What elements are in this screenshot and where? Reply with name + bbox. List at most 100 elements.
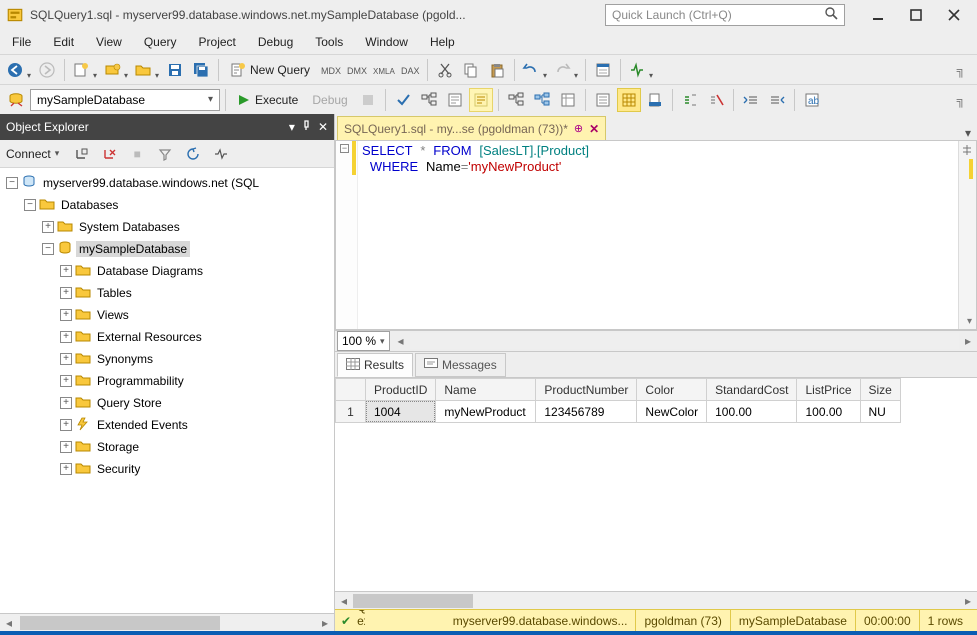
xmla-query-icon[interactable]: XMLA	[370, 58, 396, 82]
decrease-indent-button[interactable]	[739, 88, 763, 112]
tree-synonyms[interactable]: +Synonyms	[60, 348, 334, 370]
dax-query-icon[interactable]: DAX	[398, 58, 422, 82]
change-connection-button[interactable]	[4, 88, 28, 112]
results-to-grid-button[interactable]	[617, 88, 641, 112]
split-editor-icon[interactable]	[958, 141, 976, 159]
tree-storage[interactable]: +Storage	[60, 436, 334, 458]
tree-external-resources[interactable]: +External Resources	[60, 326, 334, 348]
tree-tables[interactable]: +Tables	[60, 282, 334, 304]
parse-button[interactable]	[391, 88, 415, 112]
tree-security[interactable]: +Security	[60, 458, 334, 480]
pin-icon[interactable]: ⊕	[574, 122, 583, 135]
auto-hide-icon[interactable]	[301, 120, 312, 134]
maximize-button[interactable]	[899, 4, 933, 26]
nav-back-button[interactable]	[4, 58, 33, 82]
connect-button[interactable]: Connect ▾	[6, 142, 65, 166]
menu-view[interactable]: View	[86, 32, 132, 52]
menu-project[interactable]: Project	[189, 32, 246, 52]
menu-window[interactable]: Window	[355, 32, 418, 52]
col-standardcost[interactable]: StandardCost	[707, 379, 797, 401]
toolbar-overflow-icon-2[interactable]: ╗	[949, 88, 973, 112]
results-tab[interactable]: Results	[337, 353, 413, 377]
menu-edit[interactable]: Edit	[43, 32, 84, 52]
code-editor[interactable]: − SELECT * FROM [SalesLT].[Product] WHER…	[335, 140, 977, 330]
tree-databases-node[interactable]: − Databases	[24, 194, 334, 216]
menu-debug[interactable]: Debug	[248, 32, 303, 52]
save-button[interactable]	[163, 58, 187, 82]
tree-server-node[interactable]: − myserver99.database.windows.net (SQL	[6, 172, 334, 194]
zoom-combo[interactable]: 100 % ▾	[337, 331, 390, 351]
scroll-down-icon[interactable]: ▾	[967, 316, 972, 327]
menu-query[interactable]: Query	[134, 32, 187, 52]
stop-icon[interactable]: ■	[125, 142, 149, 166]
uncomment-lines-button[interactable]	[704, 88, 728, 112]
redo-button[interactable]	[551, 58, 580, 82]
object-explorer-hscroll[interactable]: ◂▸	[0, 613, 334, 631]
messages-tab[interactable]: Messages	[415, 353, 506, 377]
editor-hscroll[interactable]: ◂▸	[392, 333, 977, 349]
cut-button[interactable]	[433, 58, 457, 82]
menu-help[interactable]: Help	[420, 32, 465, 52]
toolbar-overflow-icon[interactable]: ╗	[949, 58, 973, 82]
include-client-stats-button[interactable]	[556, 88, 580, 112]
close-tab-icon[interactable]: ✕	[589, 122, 599, 136]
new-project-button[interactable]	[101, 58, 130, 82]
col-size[interactable]: Size	[860, 379, 900, 401]
disconnect-icon[interactable]	[97, 142, 121, 166]
fold-toggle-icon[interactable]: −	[340, 144, 349, 153]
specify-template-values-button[interactable]: ab	[800, 88, 824, 112]
refresh-icon[interactable]	[181, 142, 205, 166]
menu-tools[interactable]: Tools	[305, 32, 353, 52]
col-productnumber[interactable]: ProductNumber	[536, 379, 637, 401]
results-grid[interactable]: ProductID Name ProductNumber Color Stand…	[335, 378, 901, 423]
tree-query-store[interactable]: +Query Store	[60, 392, 334, 414]
include-actual-plan-button[interactable]	[504, 88, 528, 112]
query-options-button[interactable]	[443, 88, 467, 112]
comment-lines-button[interactable]	[678, 88, 702, 112]
paste-button[interactable]	[485, 58, 509, 82]
activity-monitor-button[interactable]	[626, 58, 655, 82]
new-item-button[interactable]	[70, 58, 99, 82]
undo-button[interactable]	[520, 58, 549, 82]
object-explorer-tree[interactable]: − myserver99.database.windows.net (SQL −…	[0, 168, 334, 613]
col-listprice[interactable]: ListPrice	[797, 379, 860, 401]
results-hscroll[interactable]: ◂▸	[335, 591, 977, 609]
close-button[interactable]	[937, 4, 971, 26]
execute-button[interactable]: Execute	[231, 88, 304, 112]
document-tab[interactable]: SQLQuery1.sql - my...se (pgoldman (73))*…	[337, 116, 606, 140]
filter-icon[interactable]	[153, 142, 177, 166]
window-position-icon[interactable]: ▾	[289, 120, 295, 134]
code-content[interactable]: SELECT * FROM [SalesLT].[Product] WHERE …	[358, 141, 958, 329]
menu-file[interactable]: File	[2, 32, 41, 52]
quick-launch-input[interactable]: Quick Launch (Ctrl+Q)	[605, 4, 845, 26]
tree-programmability[interactable]: +Programmability	[60, 370, 334, 392]
results-to-text-button[interactable]	[591, 88, 615, 112]
col-productid[interactable]: ProductID	[366, 379, 436, 401]
open-file-button[interactable]	[132, 58, 161, 82]
nav-forward-button[interactable]	[35, 58, 59, 82]
intellisense-enabled-button[interactable]	[469, 88, 493, 112]
dmx-query-icon[interactable]: DMX	[344, 58, 368, 82]
increase-indent-button[interactable]	[765, 88, 789, 112]
minimize-button[interactable]	[861, 4, 895, 26]
debug-button[interactable]: Debug	[306, 88, 353, 112]
tab-list-dropdown[interactable]: ▾	[959, 126, 977, 140]
database-combo[interactable]: mySampleDatabase ▾	[30, 89, 220, 111]
tree-sample-db-node[interactable]: − mySampleDatabase	[42, 238, 334, 260]
connect-object-explorer-icon[interactable]	[69, 142, 93, 166]
tree-views[interactable]: +Views	[60, 304, 334, 326]
close-panel-icon[interactable]: ✕	[318, 120, 328, 134]
copy-button[interactable]	[459, 58, 483, 82]
database-engine-query-icon[interactable]: MDX	[318, 58, 342, 82]
tree-database-diagrams[interactable]: +Database Diagrams	[60, 260, 334, 282]
properties-button[interactable]	[591, 58, 615, 82]
tree-system-databases-node[interactable]: +System Databases	[42, 216, 334, 238]
col-name[interactable]: Name	[436, 379, 536, 401]
tree-extended-events[interactable]: +Extended Events	[60, 414, 334, 436]
activity-small-icon[interactable]	[209, 142, 233, 166]
include-live-stats-button[interactable]	[530, 88, 554, 112]
results-to-file-button[interactable]	[643, 88, 667, 112]
display-estimated-plan-button[interactable]	[417, 88, 441, 112]
new-query-button[interactable]: New Query	[224, 58, 316, 82]
table-row[interactable]: 1 1004 myNewProduct 123456789 NewColor 1…	[336, 401, 901, 423]
